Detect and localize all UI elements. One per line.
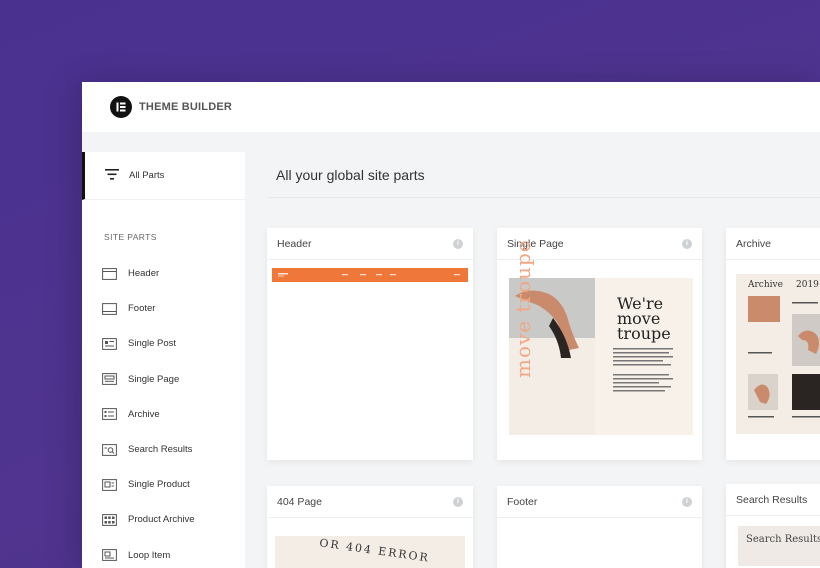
card-head: Archive bbox=[726, 228, 820, 260]
card-head: Search Results bbox=[726, 484, 820, 516]
card-single-page[interactable]: Single Page i We're move troupe move tro… bbox=[497, 228, 702, 460]
sidebar-item-label: Product Archive bbox=[128, 514, 195, 526]
sidebar: All Parts SITE PARTS Header Footer Singl… bbox=[82, 152, 245, 568]
card-title: Search Results bbox=[736, 493, 808, 506]
sidebar-item-label: Header bbox=[128, 268, 160, 280]
search-results-preview: Search Results bbox=[738, 526, 820, 566]
sidebar-item-loop-item[interactable]: Loop Item bbox=[82, 538, 245, 568]
card-head: 404 Page i bbox=[267, 486, 473, 518]
sidebar-item-search-results[interactable]: Search Results bbox=[82, 432, 245, 467]
theme-builder-window: THEME BUILDER All Parts SITE PARTS Heade… bbox=[82, 82, 820, 568]
loop-item-icon bbox=[102, 549, 117, 561]
sidebar-item-label: Archive bbox=[128, 408, 160, 420]
sidebar-item-label: All Parts bbox=[129, 170, 165, 181]
404-preview-text: OR 404 ERROR bbox=[318, 536, 431, 565]
card-header[interactable]: Header i bbox=[267, 228, 473, 460]
card-head: Header i bbox=[267, 228, 473, 260]
single-product-icon bbox=[102, 478, 117, 491]
archive-icon bbox=[102, 408, 117, 421]
404-preview: OR 404 ERROR bbox=[275, 536, 465, 568]
footer-icon bbox=[102, 302, 117, 315]
header-preview bbox=[272, 268, 468, 282]
info-icon[interactable]: i bbox=[453, 238, 463, 249]
header-icon bbox=[102, 267, 117, 280]
sidebar-item-label: Search Results bbox=[128, 444, 193, 456]
archive-heading: Archive bbox=[748, 280, 783, 290]
app-title: THEME BUILDER bbox=[139, 101, 233, 113]
sidebar-item-product-archive[interactable]: Product Archive bbox=[82, 502, 245, 537]
sidebar-item-label: Single Post bbox=[128, 338, 177, 350]
card-title: Header bbox=[277, 237, 312, 250]
sidebar-item-footer[interactable]: Footer bbox=[82, 291, 245, 326]
sidebar-item-single-product[interactable]: Single Product bbox=[82, 467, 245, 502]
info-icon[interactable]: i bbox=[453, 496, 463, 507]
card-title: Footer bbox=[507, 495, 538, 508]
sidebar-item-label: Loop Item bbox=[128, 549, 171, 561]
sidebar-item-single-post[interactable]: Single Post bbox=[82, 326, 245, 361]
single-post-icon bbox=[102, 338, 117, 350]
filter-icon bbox=[105, 167, 119, 185]
archive-year: 2019 bbox=[796, 280, 819, 290]
content-header: All your global site parts bbox=[267, 152, 820, 198]
single-page-preview: We're move troupe move troupe bbox=[509, 239, 693, 435]
search-results-icon bbox=[102, 443, 117, 456]
sidebar-item-label: Single Page bbox=[128, 373, 180, 385]
info-icon[interactable]: i bbox=[682, 496, 692, 507]
sidebar-item-all-parts[interactable]: All Parts bbox=[82, 152, 245, 200]
card-footer[interactable]: Footer i bbox=[497, 486, 702, 568]
search-preview-text: Search Results bbox=[746, 534, 820, 545]
site-parts-heading: SITE PARTS bbox=[104, 232, 157, 242]
product-archive-icon bbox=[102, 514, 117, 526]
page-title: All your global site parts bbox=[276, 166, 425, 183]
card-head: Footer i bbox=[497, 486, 702, 518]
elementor-logo-icon bbox=[110, 96, 132, 118]
top-bar: THEME BUILDER bbox=[82, 82, 820, 132]
card-search-results[interactable]: Search Results Search Results bbox=[726, 484, 820, 568]
card-404-page[interactable]: 404 Page i OR 404 ERROR bbox=[267, 486, 473, 568]
card-archive[interactable]: Archive Archive 2019 bbox=[726, 228, 820, 460]
single-page-side-text: move troupe bbox=[511, 239, 535, 378]
card-title: Archive bbox=[736, 237, 772, 250]
card-title: 404 Page bbox=[277, 495, 322, 508]
single-page-heading: We're move troupe bbox=[617, 294, 671, 343]
info-icon[interactable]: i bbox=[682, 238, 692, 249]
archive-preview: Archive 2019 bbox=[736, 274, 820, 434]
sidebar-item-header[interactable]: Header bbox=[82, 256, 245, 291]
sidebar-item-label: Single Product bbox=[128, 479, 190, 491]
sidebar-item-label: Footer bbox=[128, 303, 156, 315]
single-page-icon bbox=[102, 373, 117, 386]
sidebar-item-single-page[interactable]: Single Page bbox=[82, 362, 245, 397]
sidebar-item-archive[interactable]: Archive bbox=[82, 397, 245, 432]
